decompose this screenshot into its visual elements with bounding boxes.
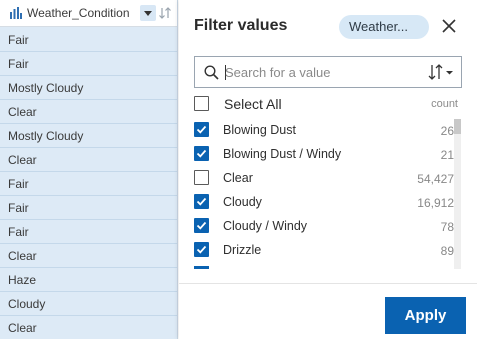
table-row[interactable]: Clear bbox=[0, 100, 177, 124]
list-item[interactable]: Cloudy 16,912 bbox=[194, 191, 454, 215]
checkmark-icon bbox=[196, 149, 207, 158]
table-row[interactable]: Haze bbox=[0, 268, 177, 292]
partially-visible-checkbox bbox=[194, 266, 209, 269]
list-item[interactable]: Blowing Dust / Windy 21 bbox=[194, 143, 454, 167]
checkmark-icon bbox=[196, 197, 207, 206]
data-column: Weather_Condition Fair Fair Mostly Cloudy C… bbox=[0, 0, 178, 339]
table-row[interactable]: Mostly Cloudy bbox=[0, 124, 177, 148]
item-checkbox[interactable] bbox=[194, 122, 209, 137]
item-checkbox[interactable] bbox=[194, 170, 209, 185]
table-row[interactable]: Fair bbox=[0, 220, 177, 244]
checkmark-icon bbox=[196, 245, 207, 254]
search-icon bbox=[204, 65, 219, 80]
select-all-label: Select All bbox=[224, 96, 282, 112]
list-item[interactable]: Blowing Dust 26 bbox=[194, 119, 454, 143]
panel-title: Filter values bbox=[194, 17, 288, 34]
item-label: Drizzle bbox=[223, 243, 262, 257]
item-count: 54,427 bbox=[417, 172, 454, 186]
item-label: Blowing Dust bbox=[223, 123, 296, 137]
list-item[interactable]: Cloudy / Windy 78 bbox=[194, 215, 454, 239]
scrollbar[interactable] bbox=[454, 119, 461, 269]
list-item[interactable]: Clear 54,427 bbox=[194, 167, 454, 191]
table-row[interactable]: Fair bbox=[0, 196, 177, 220]
item-label: Clear bbox=[223, 171, 253, 185]
table-row[interactable]: Fair bbox=[0, 52, 177, 76]
table-row[interactable]: Mostly Cloudy bbox=[0, 76, 177, 100]
item-count: 89 bbox=[440, 244, 454, 258]
search-input[interactable] bbox=[225, 62, 415, 82]
column-header[interactable]: Weather_Condition bbox=[0, 0, 177, 27]
item-checkbox[interactable] bbox=[194, 146, 209, 161]
table-row[interactable]: Clear bbox=[0, 316, 177, 339]
table-row[interactable]: Cloudy bbox=[0, 292, 177, 316]
divider bbox=[179, 283, 477, 284]
item-count: 21 bbox=[440, 148, 454, 162]
count-header: count bbox=[431, 98, 458, 110]
table-row[interactable]: Fair bbox=[0, 28, 177, 52]
filter-panel: Filter values Weather... Select All coun… bbox=[179, 0, 477, 339]
column-rows: Fair Fair Mostly Cloudy Clear Mostly Cloudy C… bbox=[0, 28, 177, 339]
sort-icon[interactable] bbox=[158, 6, 172, 20]
item-checkbox[interactable] bbox=[194, 242, 209, 257]
close-icon[interactable] bbox=[442, 19, 456, 33]
sort-options-icon[interactable] bbox=[427, 64, 455, 80]
checkmark-icon bbox=[196, 125, 207, 134]
column-title: Weather_Condition bbox=[27, 6, 130, 20]
table-row[interactable]: Fair bbox=[0, 172, 177, 196]
item-count: 26 bbox=[440, 124, 454, 138]
select-all-row[interactable]: Select All count bbox=[194, 95, 462, 115]
list-item[interactable]: Drizzle 89 bbox=[194, 239, 454, 263]
apply-button[interactable]: Apply bbox=[385, 297, 466, 334]
bar-chart-icon bbox=[10, 7, 22, 19]
item-label: Cloudy / Windy bbox=[223, 219, 308, 233]
item-label: Cloudy bbox=[223, 195, 262, 209]
item-checkbox[interactable] bbox=[194, 194, 209, 209]
item-count: 78 bbox=[440, 220, 454, 234]
table-row[interactable]: Clear bbox=[0, 148, 177, 172]
item-checkbox[interactable] bbox=[194, 218, 209, 233]
checkmark-icon bbox=[196, 221, 207, 230]
column-menu-button[interactable] bbox=[140, 5, 156, 21]
search-box[interactable] bbox=[194, 56, 462, 88]
chevron-down-icon bbox=[144, 11, 152, 16]
item-count: 16,912 bbox=[417, 196, 454, 210]
value-list: Blowing Dust 26 Blowing Dust / Windy 21 Clea… bbox=[194, 119, 462, 269]
table-row[interactable]: Clear bbox=[0, 244, 177, 268]
scrollbar-thumb[interactable] bbox=[454, 119, 461, 134]
field-chip[interactable]: Weather... bbox=[339, 15, 429, 39]
item-label: Blowing Dust / Windy bbox=[223, 147, 342, 161]
select-all-checkbox[interactable] bbox=[194, 96, 209, 111]
